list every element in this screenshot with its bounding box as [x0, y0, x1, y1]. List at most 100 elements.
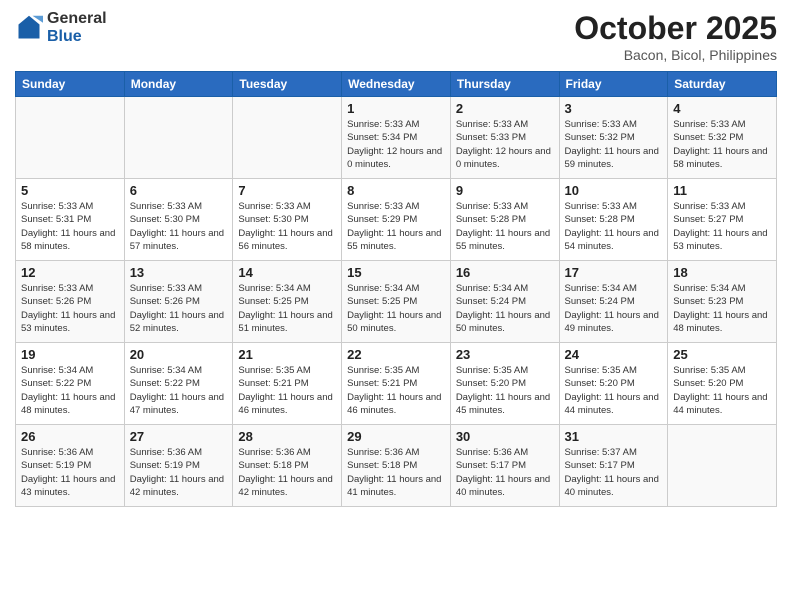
calendar-cell: 13 Sunrise: 5:33 AMSunset: 5:26 PMDayligh… [124, 261, 233, 343]
day-info: Sunrise: 5:33 AMSunset: 5:26 PMDaylight:… [130, 282, 228, 335]
day-info: Sunrise: 5:34 AMSunset: 5:25 PMDaylight:… [347, 282, 445, 335]
day-info: Sunrise: 5:33 AMSunset: 5:26 PMDaylight:… [21, 282, 119, 335]
calendar-cell: 17 Sunrise: 5:34 AMSunset: 5:24 PMDayligh… [559, 261, 668, 343]
day-number: 16 [456, 265, 554, 280]
page-container: General Blue October 2025 Bacon, Bicol, … [0, 0, 792, 517]
header-row: Sunday Monday Tuesday Wednesday Thursday… [16, 72, 777, 97]
day-number: 26 [21, 429, 119, 444]
calendar-cell [16, 97, 125, 179]
logo: General Blue [15, 10, 107, 45]
calendar-header: Sunday Monday Tuesday Wednesday Thursday… [16, 72, 777, 97]
day-number: 1 [347, 101, 445, 116]
calendar-cell: 10Sunrise: 5:33 AMSunset: 5:28 PMDayligh… [559, 179, 668, 261]
calendar-cell: 20 Sunrise: 5:34 AMSunset: 5:22 PMDayligh… [124, 343, 233, 425]
logo-icon [15, 14, 43, 42]
calendar-cell: 23 Sunrise: 5:35 AMSunset: 5:20 PMDayligh… [450, 343, 559, 425]
day-info: Sunrise: 5:33 AMSunset: 5:34 PMDaylight:… [347, 118, 445, 171]
month-title: October 2025 [574, 10, 777, 47]
calendar-cell [668, 425, 777, 507]
col-wednesday: Wednesday [342, 72, 451, 97]
calendar-cell: 9Sunrise: 5:33 AMSunset: 5:28 PMDaylight… [450, 179, 559, 261]
day-number: 5 [21, 183, 119, 198]
day-number: 22 [347, 347, 445, 362]
day-number: 20 [130, 347, 228, 362]
calendar-cell: 18 Sunrise: 5:34 AMSunset: 5:23 PMDayligh… [668, 261, 777, 343]
day-info: Sunrise: 5:34 AMSunset: 5:22 PMDaylight:… [21, 364, 119, 417]
day-info: Sunrise: 5:36 AMSunset: 5:17 PMDaylight:… [456, 446, 554, 499]
calendar-cell: 6 Sunrise: 5:33 AMSunset: 5:30 PMDaylight… [124, 179, 233, 261]
calendar-cell: 16 Sunrise: 5:34 AMSunset: 5:24 PMDayligh… [450, 261, 559, 343]
calendar-cell: 24 Sunrise: 5:35 AMSunset: 5:20 PMDayligh… [559, 343, 668, 425]
logo-general: General [47, 10, 107, 28]
col-friday: Friday [559, 72, 668, 97]
day-info: Sunrise: 5:36 AMSunset: 5:19 PMDaylight:… [130, 446, 228, 499]
day-number: 3 [565, 101, 663, 116]
logo-text: General Blue [47, 10, 107, 45]
calendar-cell: 11Sunrise: 5:33 AMSunset: 5:27 PMDayligh… [668, 179, 777, 261]
calendar-cell: 14Sunrise: 5:34 AMSunset: 5:25 PMDayligh… [233, 261, 342, 343]
day-info: Sunrise: 5:33 AMSunset: 5:31 PMDaylight:… [21, 200, 119, 253]
day-number: 28 [238, 429, 336, 444]
day-info: Sunrise: 5:35 AMSunset: 5:20 PMDaylight:… [565, 364, 663, 417]
calendar-cell: 8Sunrise: 5:33 AMSunset: 5:29 PMDaylight… [342, 179, 451, 261]
day-info: Sunrise: 5:34 AMSunset: 5:22 PMDaylight:… [130, 364, 228, 417]
calendar-cell: 7 Sunrise: 5:33 AMSunset: 5:30 PMDaylight… [233, 179, 342, 261]
day-info: Sunrise: 5:33 AMSunset: 5:28 PMDaylight:… [456, 200, 554, 253]
day-info: Sunrise: 5:37 AMSunset: 5:17 PMDaylight:… [565, 446, 663, 499]
day-number: 24 [565, 347, 663, 362]
calendar-cell: 26 Sunrise: 5:36 AMSunset: 5:19 PMDayligh… [16, 425, 125, 507]
day-info: Sunrise: 5:35 AMSunset: 5:20 PMDaylight:… [673, 364, 771, 417]
calendar-cell: 12 Sunrise: 5:33 AMSunset: 5:26 PMDayligh… [16, 261, 125, 343]
calendar-cell: 31 Sunrise: 5:37 AMSunset: 5:17 PMDayligh… [559, 425, 668, 507]
day-number: 13 [130, 265, 228, 280]
day-info: Sunrise: 5:36 AMSunset: 5:18 PMDaylight:… [238, 446, 336, 499]
calendar-week-4: 26 Sunrise: 5:36 AMSunset: 5:19 PMDayligh… [16, 425, 777, 507]
logo-blue: Blue [47, 28, 107, 46]
day-info: Sunrise: 5:35 AMSunset: 5:21 PMDaylight:… [347, 364, 445, 417]
day-number: 31 [565, 429, 663, 444]
title-area: October 2025 Bacon, Bicol, Philippines [574, 10, 777, 63]
day-number: 7 [238, 183, 336, 198]
day-info: Sunrise: 5:34 AMSunset: 5:25 PMDaylight:… [238, 282, 336, 335]
day-number: 10 [565, 183, 663, 198]
day-number: 17 [565, 265, 663, 280]
calendar-cell: 21Sunrise: 5:35 AMSunset: 5:21 PMDayligh… [233, 343, 342, 425]
day-number: 12 [21, 265, 119, 280]
col-sunday: Sunday [16, 72, 125, 97]
calendar-week-1: 5 Sunrise: 5:33 AMSunset: 5:31 PMDaylight… [16, 179, 777, 261]
day-info: Sunrise: 5:33 AMSunset: 5:27 PMDaylight:… [673, 200, 771, 253]
day-info: Sunrise: 5:33 AMSunset: 5:30 PMDaylight:… [130, 200, 228, 253]
day-info: Sunrise: 5:35 AMSunset: 5:20 PMDaylight:… [456, 364, 554, 417]
calendar-cell [233, 97, 342, 179]
day-info: Sunrise: 5:33 AMSunset: 5:30 PMDaylight:… [238, 200, 336, 253]
day-info: Sunrise: 5:35 AMSunset: 5:21 PMDaylight:… [238, 364, 336, 417]
col-monday: Monday [124, 72, 233, 97]
calendar-cell: 30 Sunrise: 5:36 AMSunset: 5:17 PMDayligh… [450, 425, 559, 507]
day-info: Sunrise: 5:33 AMSunset: 5:33 PMDaylight:… [456, 118, 554, 171]
calendar-cell: 1 Sunrise: 5:33 AMSunset: 5:34 PMDaylight… [342, 97, 451, 179]
day-number: 15 [347, 265, 445, 280]
calendar-cell: 3 Sunrise: 5:33 AMSunset: 5:32 PMDaylight… [559, 97, 668, 179]
day-number: 23 [456, 347, 554, 362]
day-number: 4 [673, 101, 771, 116]
day-number: 29 [347, 429, 445, 444]
calendar-cell [124, 97, 233, 179]
calendar-cell: 28 Sunrise: 5:36 AMSunset: 5:18 PMDayligh… [233, 425, 342, 507]
day-info: Sunrise: 5:36 AMSunset: 5:19 PMDaylight:… [21, 446, 119, 499]
day-info: Sunrise: 5:34 AMSunset: 5:24 PMDaylight:… [456, 282, 554, 335]
day-info: Sunrise: 5:34 AMSunset: 5:24 PMDaylight:… [565, 282, 663, 335]
day-info: Sunrise: 5:33 AMSunset: 5:29 PMDaylight:… [347, 200, 445, 253]
day-info: Sunrise: 5:33 AMSunset: 5:32 PMDaylight:… [565, 118, 663, 171]
calendar-cell: 29Sunrise: 5:36 AMSunset: 5:18 PMDayligh… [342, 425, 451, 507]
day-number: 18 [673, 265, 771, 280]
calendar-cell: 15 Sunrise: 5:34 AMSunset: 5:25 PMDayligh… [342, 261, 451, 343]
day-number: 6 [130, 183, 228, 198]
day-info: Sunrise: 5:34 AMSunset: 5:23 PMDaylight:… [673, 282, 771, 335]
day-number: 2 [456, 101, 554, 116]
day-number: 30 [456, 429, 554, 444]
calendar-cell: 4Sunrise: 5:33 AMSunset: 5:32 PMDaylight… [668, 97, 777, 179]
calendar-cell: 27Sunrise: 5:36 AMSunset: 5:19 PMDayligh… [124, 425, 233, 507]
calendar-cell: 22 Sunrise: 5:35 AMSunset: 5:21 PMDayligh… [342, 343, 451, 425]
calendar-cell: 25Sunrise: 5:35 AMSunset: 5:20 PMDayligh… [668, 343, 777, 425]
calendar-cell: 19Sunrise: 5:34 AMSunset: 5:22 PMDayligh… [16, 343, 125, 425]
